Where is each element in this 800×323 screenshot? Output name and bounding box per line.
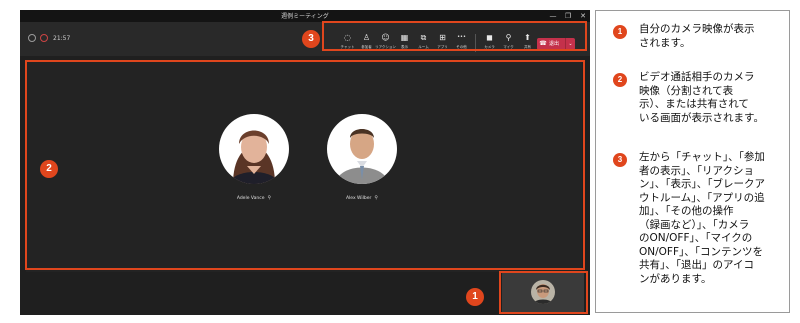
recording-icon: [40, 34, 48, 42]
explanation-number: 3: [613, 153, 627, 167]
meeting-status: 21:57: [28, 32, 70, 44]
explanation-number: 1: [613, 25, 627, 39]
callout-badge-3: 3: [302, 30, 320, 48]
explanation-number: 2: [613, 73, 627, 87]
selfview-highlight: [499, 271, 588, 314]
explanation-text: 左から「チャット」、「参加 者の表示」、「リアクショ ン」、「表示」、「ブレーク…: [639, 151, 765, 285]
callout-badge-1: 1: [466, 288, 484, 306]
explanation-panel: 1 自分のカメラ映像が表示 されます。 2 ビデオ通話相手のカメラ 映像（分割さ…: [595, 10, 790, 313]
explanation-text: ビデオ通話相手のカメラ 映像（分割されて表 示）、または共有されて いる画面が表…: [639, 71, 764, 124]
explanation-text: 自分のカメラ映像が表示 されます。: [639, 23, 755, 49]
meeting-timer: 21:57: [53, 34, 71, 42]
shield-icon: [28, 34, 36, 42]
callout-badge-2: 2: [40, 160, 58, 178]
slide: 週例ミーティング — ❐ ✕ 21:57 ◌ チャット ♙ 参加者 ☺ リアクシ…: [0, 0, 800, 323]
window-title: 週例ミーティング: [281, 13, 329, 20]
toolbar-highlight: [322, 21, 587, 51]
stage-highlight: [25, 60, 585, 270]
